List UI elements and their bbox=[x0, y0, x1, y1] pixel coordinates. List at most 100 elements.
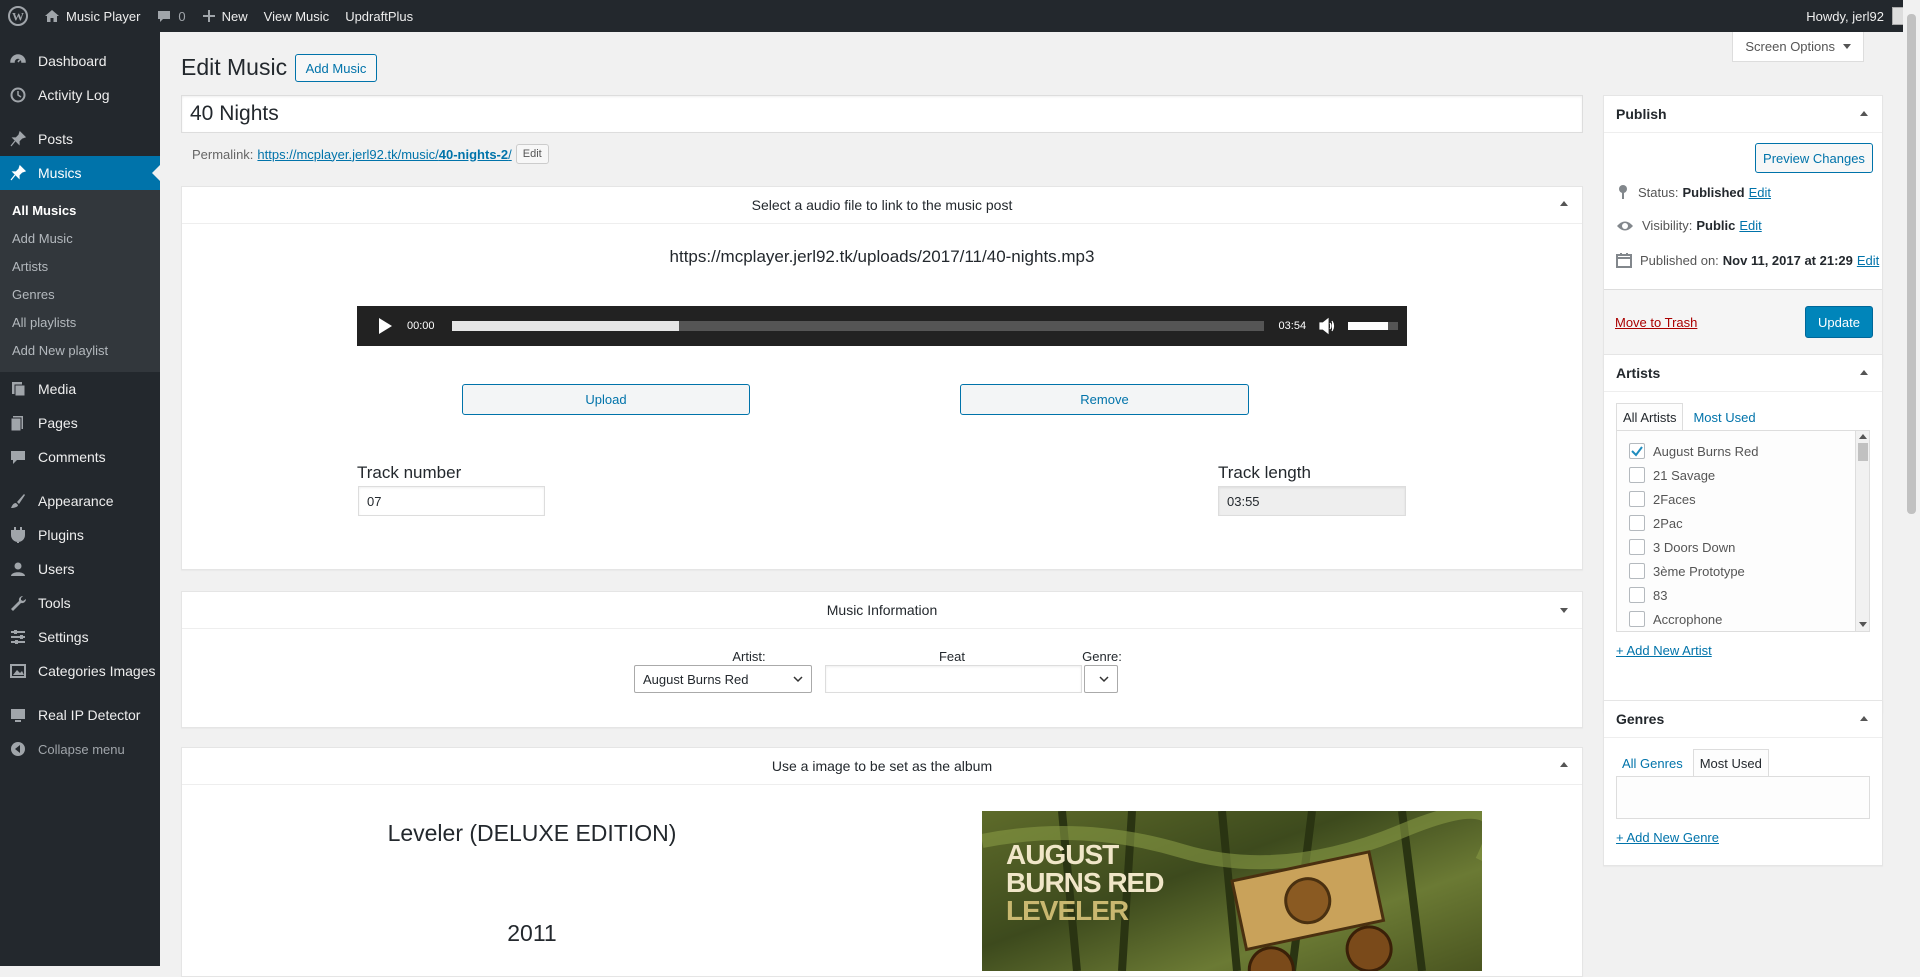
pin-icon bbox=[8, 163, 28, 183]
publish-header[interactable]: Publish bbox=[1604, 96, 1882, 133]
artist-select[interactable]: August Burns Red bbox=[634, 665, 812, 693]
artist-checkbox[interactable] bbox=[1629, 539, 1645, 555]
tab-all-genres[interactable]: All Genres bbox=[1616, 749, 1689, 777]
menu-media[interactable]: Media bbox=[0, 372, 160, 406]
play-icon[interactable] bbox=[377, 317, 393, 335]
collapse-toggle-icon[interactable] bbox=[1860, 111, 1868, 116]
permalink-edit-button[interactable]: Edit bbox=[515, 144, 549, 164]
submenu-add-music[interactable]: Add Music bbox=[0, 225, 160, 253]
upload-button[interactable]: Upload bbox=[462, 384, 750, 415]
genres-header[interactable]: Genres bbox=[1604, 701, 1882, 738]
menu-appearance[interactable]: Appearance bbox=[0, 484, 160, 518]
list-item[interactable]: 3ème Prototype bbox=[1617, 559, 1869, 583]
list-item[interactable]: 3 Doors Down bbox=[1617, 535, 1869, 559]
genre-label: Genre: bbox=[1082, 649, 1122, 664]
menu-plugins[interactable]: Plugins bbox=[0, 518, 160, 552]
permalink-link[interactable]: https://mcplayer.jerl92.tk/music/40-nigh… bbox=[257, 147, 511, 162]
submenu-all-musics[interactable]: All Musics bbox=[0, 197, 160, 225]
list-item[interactable]: 21 Savage bbox=[1617, 463, 1869, 487]
collapse-menu-button[interactable]: Collapse menu bbox=[0, 732, 160, 766]
track-number-input[interactable]: 07 bbox=[358, 486, 545, 516]
comments-link[interactable]: 0 bbox=[148, 0, 193, 32]
volume-icon[interactable] bbox=[1318, 317, 1336, 335]
published-edit-link[interactable]: Edit bbox=[1857, 253, 1879, 268]
list-item[interactable]: Accrophone bbox=[1617, 607, 1869, 631]
image-icon bbox=[8, 661, 28, 681]
collapse-toggle-icon[interactable] bbox=[1560, 201, 1568, 206]
menu-pages[interactable]: Pages bbox=[0, 406, 160, 440]
audio-box-header[interactable]: Select a audio file to link to the music… bbox=[182, 187, 1582, 224]
submenu-genres[interactable]: Genres bbox=[0, 281, 160, 309]
music-info-header[interactable]: Music Information bbox=[182, 592, 1582, 629]
status-value: Published bbox=[1682, 184, 1745, 200]
list-item[interactable]: 83 bbox=[1617, 583, 1869, 607]
tab-all-artists[interactable]: All Artists bbox=[1616, 403, 1684, 431]
artist-label: Accrophone bbox=[1653, 611, 1723, 627]
menu-categories-images[interactable]: Categories Images bbox=[0, 654, 160, 688]
duration-time: 03:54 bbox=[1278, 320, 1307, 332]
page-scrollbar[interactable] bbox=[1903, 0, 1920, 966]
volume-slider[interactable] bbox=[1348, 322, 1399, 330]
page-scroll-thumb[interactable] bbox=[1907, 14, 1916, 514]
submenu-add-new-playlist[interactable]: Add New playlist bbox=[0, 337, 160, 365]
screen-options-button[interactable]: Screen Options bbox=[1732, 32, 1864, 62]
collapse-toggle-icon[interactable] bbox=[1860, 716, 1868, 721]
move-to-trash-link[interactable]: Move to Trash bbox=[1615, 315, 1697, 330]
feat-input[interactable] bbox=[825, 665, 1082, 693]
status-edit-link[interactable]: Edit bbox=[1749, 185, 1771, 200]
collapse-toggle-icon[interactable] bbox=[1560, 608, 1568, 613]
artist-checkbox[interactable] bbox=[1629, 611, 1645, 627]
add-music-button[interactable]: Add Music bbox=[295, 54, 377, 82]
scroll-thumb[interactable] bbox=[1858, 443, 1868, 461]
artist-checkbox[interactable] bbox=[1629, 443, 1645, 459]
view-music-label: View Music bbox=[263, 8, 330, 24]
post-title-input[interactable]: 40 Nights bbox=[181, 95, 1583, 133]
remove-button[interactable]: Remove bbox=[960, 384, 1249, 415]
site-name-link[interactable]: Music Player bbox=[36, 0, 148, 32]
artist-checkbox[interactable] bbox=[1629, 587, 1645, 603]
artists-header[interactable]: Artists bbox=[1604, 355, 1882, 392]
checkmark-icon bbox=[1631, 446, 1643, 457]
menu-musics[interactable]: Musics bbox=[0, 156, 160, 190]
menu-dashboard[interactable]: Dashboard bbox=[0, 44, 160, 78]
album-cover-image[interactable]: AUGUST BURNS RED LEVELER bbox=[982, 811, 1482, 971]
menu-settings[interactable]: Settings bbox=[0, 620, 160, 654]
audio-progress-track[interactable] bbox=[451, 321, 1264, 331]
submenu-all-playlists[interactable]: All playlists bbox=[0, 309, 160, 337]
artist-checkbox[interactable] bbox=[1629, 467, 1645, 483]
collapse-toggle-icon[interactable] bbox=[1860, 370, 1868, 375]
collapse-toggle-icon[interactable] bbox=[1560, 762, 1568, 767]
artists-checklist[interactable]: August Burns Red 21 Savage 2Faces 2Pac 3 Doo… bbox=[1616, 430, 1870, 632]
tab-most-used-genres[interactable]: Most Used bbox=[1692, 749, 1769, 777]
menu-users[interactable]: Users bbox=[0, 552, 160, 586]
svg-text:W: W bbox=[12, 10, 24, 24]
menu-tools[interactable]: Tools bbox=[0, 586, 160, 620]
wordpress-logo-button[interactable]: W bbox=[0, 0, 36, 32]
album-box-header[interactable]: Use a image to be set as the album bbox=[182, 748, 1582, 785]
publish-title: Publish bbox=[1616, 106, 1667, 122]
preview-changes-button[interactable]: Preview Changes bbox=[1755, 143, 1873, 173]
artist-checkbox[interactable] bbox=[1629, 491, 1645, 507]
list-item[interactable]: 2Faces bbox=[1617, 487, 1869, 511]
updraftplus-link[interactable]: UpdraftPlus bbox=[337, 0, 421, 32]
new-content-link[interactable]: New bbox=[194, 0, 256, 32]
update-button[interactable]: Update bbox=[1805, 306, 1873, 338]
menu-comments[interactable]: Comments bbox=[0, 440, 160, 474]
menu-activity-log[interactable]: Activity Log bbox=[0, 78, 160, 112]
artist-checkbox[interactable] bbox=[1629, 515, 1645, 531]
artist-checkbox[interactable] bbox=[1629, 563, 1645, 579]
view-music-link[interactable]: View Music bbox=[256, 0, 338, 32]
add-new-artist-link[interactable]: + Add New Artist bbox=[1616, 643, 1712, 658]
visibility-edit-link[interactable]: Edit bbox=[1739, 218, 1761, 233]
genres-checklist[interactable] bbox=[1616, 776, 1870, 819]
genre-select[interactable] bbox=[1084, 665, 1118, 693]
list-item[interactable]: August Burns Red bbox=[1617, 439, 1869, 463]
menu-real-ip-detector[interactable]: Real IP Detector bbox=[0, 698, 160, 732]
submenu-artists[interactable]: Artists bbox=[0, 253, 160, 281]
list-item[interactable]: 2Pac bbox=[1617, 511, 1869, 535]
add-new-genre-link[interactable]: + Add New Genre bbox=[1616, 830, 1719, 845]
track-length-input[interactable]: 03:55 bbox=[1218, 486, 1406, 516]
artists-scrollbar[interactable] bbox=[1855, 431, 1869, 631]
tab-most-used-artists[interactable]: Most Used bbox=[1687, 403, 1761, 431]
menu-posts[interactable]: Posts bbox=[0, 122, 160, 156]
